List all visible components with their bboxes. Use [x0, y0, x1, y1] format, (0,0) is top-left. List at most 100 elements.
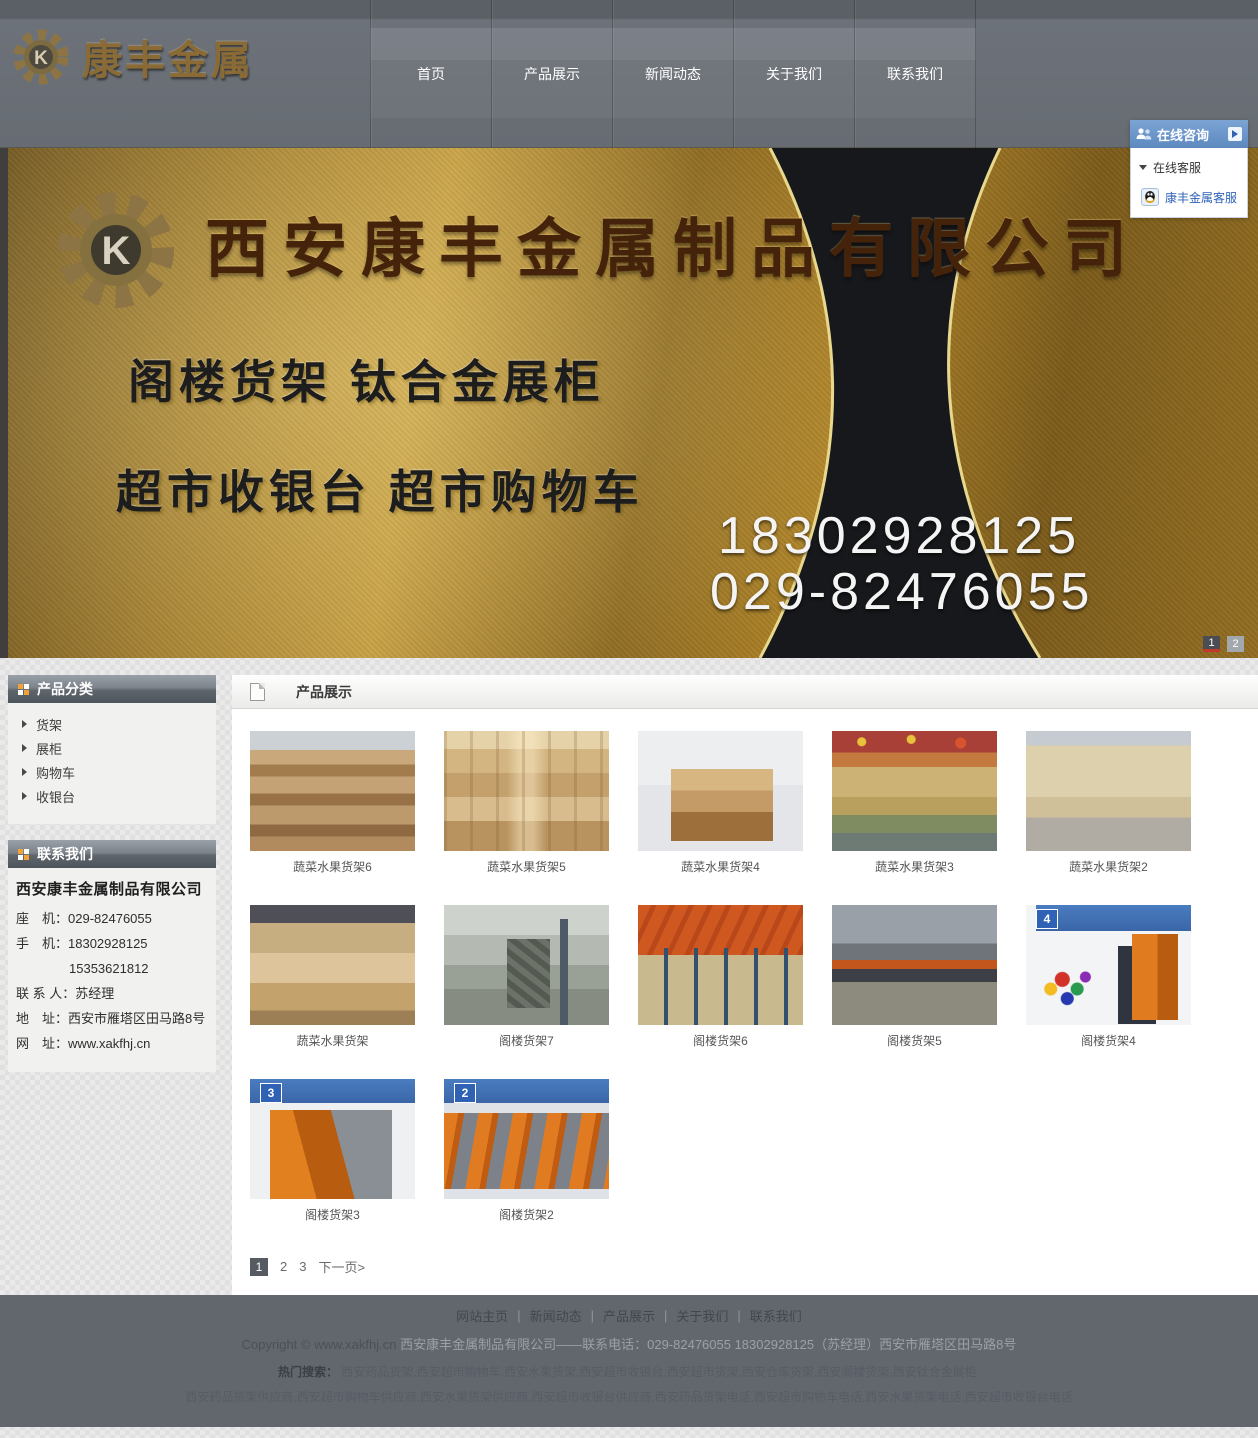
- product-card: 蔬菜水果货架6: [250, 731, 415, 875]
- category-item-cart[interactable]: 购物车: [8, 760, 216, 784]
- product-card: 蔬菜水果货架: [250, 905, 415, 1049]
- product-image[interactable]: [1026, 731, 1191, 851]
- separator: |: [517, 1308, 520, 1323]
- product-image[interactable]: 4: [1026, 905, 1191, 1025]
- contact-row-mobile2: 15353621812: [16, 956, 208, 981]
- banner-gear-icon: K: [50, 184, 182, 316]
- nav-item-products[interactable]: 产品展示: [491, 0, 612, 148]
- consult-agent-label: 康丰金属客服: [1165, 189, 1237, 206]
- copyright-site-link[interactable]: www.xakfhj.cn: [314, 1337, 396, 1352]
- footer-link-about[interactable]: 关于我们: [676, 1306, 728, 1325]
- banner-page-1[interactable]: 1: [1203, 636, 1220, 652]
- product-card: 蔬菜水果货架2: [1026, 731, 1191, 875]
- logo-k-letter: K: [34, 48, 48, 69]
- product-name[interactable]: 蔬菜水果货架5: [444, 860, 609, 875]
- product-name[interactable]: 蔬菜水果货架4: [638, 860, 803, 875]
- product-name[interactable]: 阁楼货架6: [638, 1034, 803, 1049]
- banner-left-edge: [0, 148, 8, 658]
- pagination-page-1[interactable]: 1: [250, 1258, 268, 1276]
- people-icon: [1136, 127, 1152, 141]
- product-name[interactable]: 蔬菜水果货架6: [250, 860, 415, 875]
- banner-pager: 1 2: [1203, 636, 1244, 652]
- qq-icon: [1141, 188, 1159, 206]
- product-card: 蔬菜水果货架3: [832, 731, 997, 875]
- pagination-page-2[interactable]: 2: [280, 1259, 287, 1274]
- nav-item-home[interactable]: 首页: [370, 0, 491, 148]
- product-name[interactable]: 阁楼货架4: [1026, 1034, 1191, 1049]
- site-logo[interactable]: K 康丰金属: [10, 26, 254, 88]
- footer-link-products[interactable]: 产品展示: [603, 1306, 655, 1325]
- chevron-down-icon: [1139, 165, 1147, 170]
- squares-icon: [18, 849, 29, 860]
- product-name[interactable]: 阁楼货架7: [444, 1034, 609, 1049]
- nav-item-label: 新闻动态: [645, 64, 701, 84]
- main-nav: 首页 产品展示 新闻动态 关于我们 联系我们: [370, 0, 976, 148]
- product-image[interactable]: [638, 905, 803, 1025]
- contact-row-tel: 座 机：029-82476055: [16, 906, 208, 931]
- main-content: 产品展示 蔬菜水果货架6 蔬菜水果货架5 蔬菜水果货架4 蔬菜水果货架3 蔬菜水…: [232, 675, 1258, 1295]
- hero-banner: K 西安康丰金属制品有限公司 阁楼货架 钛合金展柜 超市收银台 超市购物车 18…: [0, 148, 1258, 658]
- category-item-checkout[interactable]: 收银台: [8, 784, 216, 808]
- copyright-prefix: Copyright ©: [242, 1337, 311, 1352]
- contact-company-name: 西安康丰金属制品有限公司: [16, 878, 208, 899]
- banner-company-title: 西安康丰金属制品有限公司: [205, 198, 1141, 290]
- arrow-right-icon: [22, 720, 27, 728]
- product-name[interactable]: 阁楼货架3: [250, 1208, 415, 1223]
- banner-phone-tel: 029-82476055: [710, 562, 1093, 622]
- banner-slogan-2: 超市收银台 超市购物车: [116, 456, 644, 522]
- product-name[interactable]: 蔬菜水果货架3: [832, 860, 997, 875]
- nav-item-about[interactable]: 关于我们: [733, 0, 854, 148]
- consult-header[interactable]: 在线咨询: [1130, 120, 1248, 148]
- arrow-right-icon: [22, 744, 27, 752]
- contact-panel-header: 联系我们: [8, 840, 216, 868]
- product-image[interactable]: [832, 731, 997, 851]
- product-image[interactable]: [250, 905, 415, 1025]
- product-card: 蔬菜水果货架5: [444, 731, 609, 875]
- arrow-right-icon: [22, 768, 27, 776]
- product-card: 阁楼货架6: [638, 905, 803, 1049]
- logo-text: 康丰金属: [82, 28, 254, 86]
- nav-item-news[interactable]: 新闻动态: [612, 0, 733, 148]
- product-name[interactable]: 蔬菜水果货架: [250, 1034, 415, 1049]
- consult-group-row[interactable]: 在线客服: [1137, 157, 1241, 178]
- category-label: 收银台: [36, 787, 75, 806]
- consult-agent-link[interactable]: 康丰金属客服: [1137, 188, 1241, 206]
- consult-body: 在线客服 康丰金属客服: [1130, 148, 1248, 218]
- contact-panel-title: 联系我们: [37, 844, 93, 864]
- product-image[interactable]: 3: [250, 1079, 415, 1199]
- footer-link-contact[interactable]: 联系我们: [750, 1306, 802, 1325]
- consult-group-label: 在线客服: [1153, 159, 1201, 176]
- product-image[interactable]: [250, 731, 415, 851]
- arrow-right-icon: [22, 792, 27, 800]
- product-image[interactable]: [832, 905, 997, 1025]
- product-image[interactable]: [638, 731, 803, 851]
- online-consult-widget: 在线咨询 在线客服 康丰金属客服: [1130, 120, 1248, 218]
- product-image[interactable]: [444, 905, 609, 1025]
- banner-slogan-1: 阁楼货架 钛合金展柜: [128, 346, 605, 412]
- product-name[interactable]: 蔬菜水果货架2: [1026, 860, 1191, 875]
- product-name[interactable]: 阁楼货架5: [832, 1034, 997, 1049]
- footer-link-news[interactable]: 新闻动态: [530, 1306, 582, 1325]
- product-image[interactable]: 2: [444, 1079, 609, 1199]
- product-name[interactable]: 阁楼货架2: [444, 1208, 609, 1223]
- hot-search-links-1[interactable]: 西安药品货架,西安超市购物车,西安水果货架,西安超市收银台,西安超市货架,西安仓…: [341, 1365, 980, 1379]
- consult-collapse-button[interactable]: [1228, 127, 1242, 141]
- pagination-next[interactable]: 下一页>: [318, 1257, 365, 1276]
- category-label: 购物车: [36, 763, 75, 782]
- separator: |: [664, 1308, 667, 1323]
- category-label: 展柜: [36, 739, 62, 758]
- footer-link-home[interactable]: 网站主页: [456, 1306, 508, 1325]
- contact-info: 西安康丰金属制品有限公司 座 机：029-82476055 手 机：183029…: [8, 868, 216, 1072]
- banner-page-2[interactable]: 2: [1227, 636, 1244, 652]
- contact-panel: 联系我们 西安康丰金属制品有限公司 座 机：029-82476055 手 机：1…: [8, 840, 216, 1072]
- copyright-text: 西安康丰金属制品有限公司——联系电话：029-82476055 18302928…: [400, 1337, 1016, 1352]
- category-item-showcase[interactable]: 展柜: [8, 736, 216, 760]
- pagination: 1 2 3 下一页>: [232, 1223, 1258, 1276]
- hot-search-links-2[interactable]: 西安药品货架供应商,西安超市购物车供应商,西安水果货架供应商,西安超市收银台供应…: [185, 1390, 1072, 1404]
- pagination-page-3[interactable]: 3: [299, 1259, 306, 1274]
- nav-item-contact[interactable]: 联系我们: [854, 0, 976, 148]
- site-header: K 康丰金属 首页 产品展示 新闻动态 关于我们 联系我们: [0, 0, 1258, 148]
- product-image[interactable]: [444, 731, 609, 851]
- gear-logo-icon: K: [10, 26, 72, 88]
- category-item-shelves[interactable]: 货架: [8, 712, 216, 736]
